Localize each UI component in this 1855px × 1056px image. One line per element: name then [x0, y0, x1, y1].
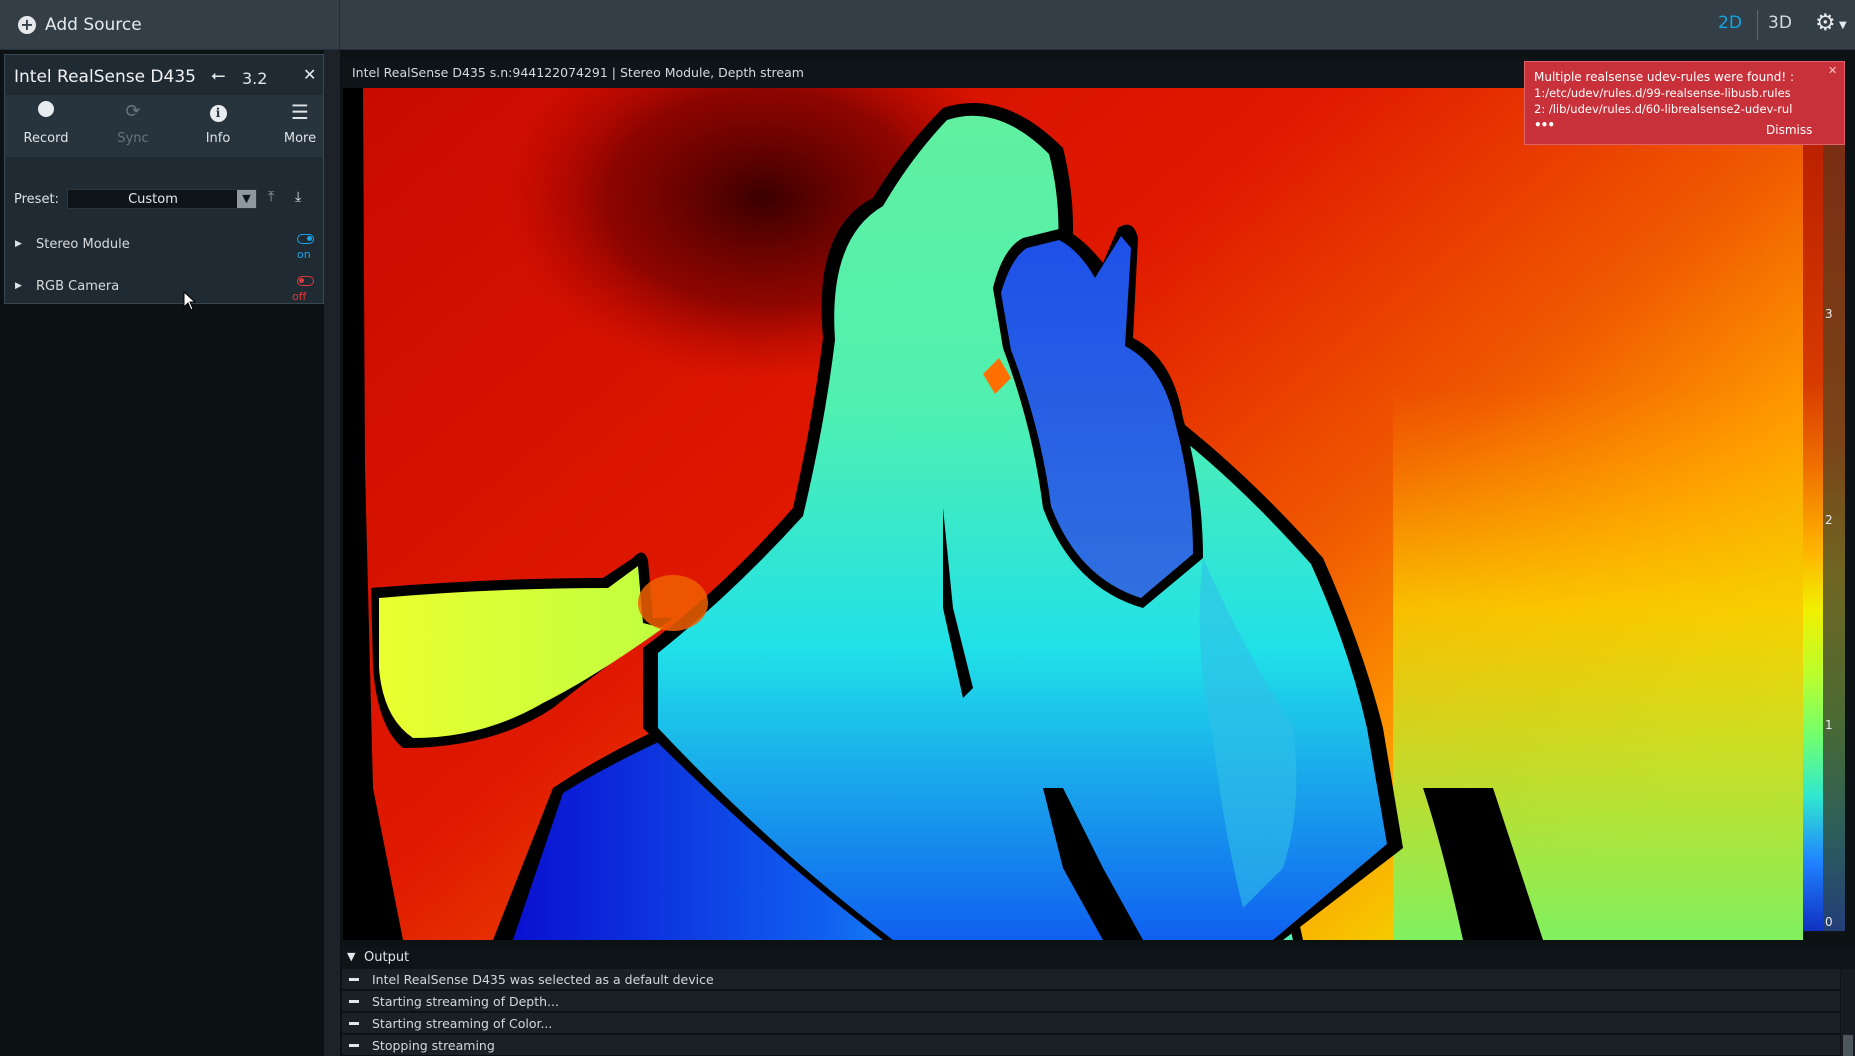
- udev-rules-notification: Multiple realsense udev-rules were found…: [1524, 61, 1845, 145]
- notification-more-button[interactable]: •••: [1534, 118, 1555, 132]
- menu-icon: ☰: [291, 100, 309, 124]
- record-button[interactable]: Record: [16, 101, 76, 146]
- add-source-label: Add Source: [45, 15, 142, 35]
- log-bullet-icon: [349, 978, 359, 981]
- view-3d-button[interactable]: 3D: [1768, 13, 1792, 33]
- toggle-knob: [299, 278, 304, 283]
- preset-dropdown[interactable]: Custom ▼: [67, 189, 257, 209]
- output-header[interactable]: ▼ Output: [342, 947, 1855, 969]
- expand-arrow-icon[interactable]: ▶: [15, 281, 22, 291]
- sync-button[interactable]: ⟳ Sync: [103, 101, 163, 146]
- gear-icon: ⚙: [1815, 10, 1836, 36]
- output-panel: ▼ Output Intel RealSense D435 was select…: [342, 947, 1855, 1056]
- notification-line: 2: /lib/udev/rules.d/60-librealsense2-ud…: [1534, 102, 1793, 116]
- more-label: More: [283, 131, 317, 146]
- depth-colorbar: 4 3 2 1 0: [1803, 88, 1845, 933]
- mouse-cursor-icon: [183, 291, 197, 311]
- sync-label: Sync: [117, 131, 149, 146]
- download-preset-button[interactable]: ⤓: [295, 189, 301, 205]
- sensor-row-rgb-camera[interactable]: ▶ RGB Camera off: [5, 273, 323, 309]
- log-message: Intel RealSense D435 was selected as a d…: [372, 972, 714, 987]
- log-row[interactable]: Intel RealSense D435 was selected as a d…: [342, 969, 1840, 990]
- sensor-row-stereo-module[interactable]: ▶ Stereo Module on: [5, 231, 323, 267]
- colorbar-tick: 1: [1825, 718, 1833, 732]
- dropdown-arrow-icon: ▼: [237, 190, 256, 208]
- settings-gear-button[interactable]: ⚙ ▼: [1815, 10, 1847, 40]
- plus-circle-icon: +: [18, 16, 36, 34]
- log-message: Starting streaming of Color...: [372, 1016, 553, 1031]
- dismiss-button[interactable]: Dismiss: [1766, 123, 1812, 137]
- more-button[interactable]: ☰ More: [270, 101, 330, 146]
- record-label: Record: [23, 131, 69, 146]
- log-message: Starting streaming of Depth...: [372, 994, 559, 1009]
- sensor-state: on: [297, 248, 311, 261]
- view-2d-button[interactable]: 2D: [1718, 13, 1742, 33]
- record-icon: [38, 101, 54, 117]
- colorbar-gradient: [1803, 88, 1823, 931]
- log-row[interactable]: Starting streaming of Color...: [342, 1013, 1840, 1034]
- device-toolbar: Record ⟳ Sync i Info ☰ More: [5, 95, 323, 157]
- output-label: Output: [364, 950, 410, 965]
- device-panel-scrollbar[interactable]: [324, 50, 340, 1056]
- depth-image: [343, 88, 1803, 940]
- log-message: Stopping streaming: [372, 1038, 495, 1053]
- depth-stream-view[interactable]: [343, 88, 1803, 940]
- colorbar-tick: 0: [1825, 915, 1833, 929]
- notification-title: Multiple realsense udev-rules were found…: [1534, 70, 1795, 84]
- close-icon[interactable]: ✕: [1828, 64, 1837, 77]
- close-device-button[interactable]: ✕: [303, 65, 316, 84]
- colorbar-tick: 2: [1825, 513, 1833, 527]
- add-source-button[interactable]: + Add Source: [0, 0, 340, 50]
- view-toggle-divider: [1757, 10, 1758, 40]
- rgb-camera-toggle[interactable]: [297, 276, 314, 286]
- expand-arrow-icon[interactable]: ▶: [15, 239, 22, 249]
- upload-preset-button[interactable]: ⤒: [268, 189, 274, 205]
- colorbar-tick: 3: [1825, 307, 1833, 321]
- info-icon: i: [209, 105, 227, 122]
- info-label: Info: [205, 131, 231, 146]
- log-row[interactable]: Starting streaming of Depth...: [342, 991, 1840, 1012]
- usb-version: 3.2: [242, 69, 268, 88]
- sensor-name: Stereo Module: [36, 237, 130, 252]
- sensor-state: off: [292, 290, 307, 303]
- log-row[interactable]: Stopping streaming: [342, 1035, 1840, 1056]
- top-bar: + Add Source 2D 3D ⚙ ▼: [0, 0, 1855, 50]
- toggle-knob: [307, 236, 312, 241]
- sensor-name: RGB Camera: [36, 279, 120, 294]
- caret-down-icon: ▼: [1839, 20, 1847, 31]
- output-scroll-thumb[interactable]: [1843, 1035, 1853, 1056]
- notification-line: 1:/etc/udev/rules.d/99-realsense-libusb.…: [1534, 86, 1791, 100]
- info-button[interactable]: i Info: [188, 101, 248, 146]
- preset-value: Custom: [128, 192, 178, 207]
- usb-icon: ⭠: [211, 65, 226, 86]
- colorbar-shade: [1823, 88, 1845, 931]
- log-bullet-icon: [349, 1000, 359, 1003]
- stereo-module-toggle[interactable]: [297, 234, 314, 244]
- log-bullet-icon: [349, 1022, 359, 1025]
- sync-icon: ⟳: [125, 101, 141, 122]
- preset-label: Preset:: [14, 192, 59, 207]
- device-name: Intel RealSense D435: [14, 67, 196, 87]
- log-bullet-icon: [349, 1044, 359, 1047]
- stream-title: Intel RealSense D435 s.n:944122074291 | …: [352, 65, 804, 80]
- device-card: Intel RealSense D435 ⭠ 3.2 ✕ Record ⟳ Sy…: [4, 54, 324, 304]
- collapse-arrow-icon[interactable]: ▼: [347, 950, 355, 963]
